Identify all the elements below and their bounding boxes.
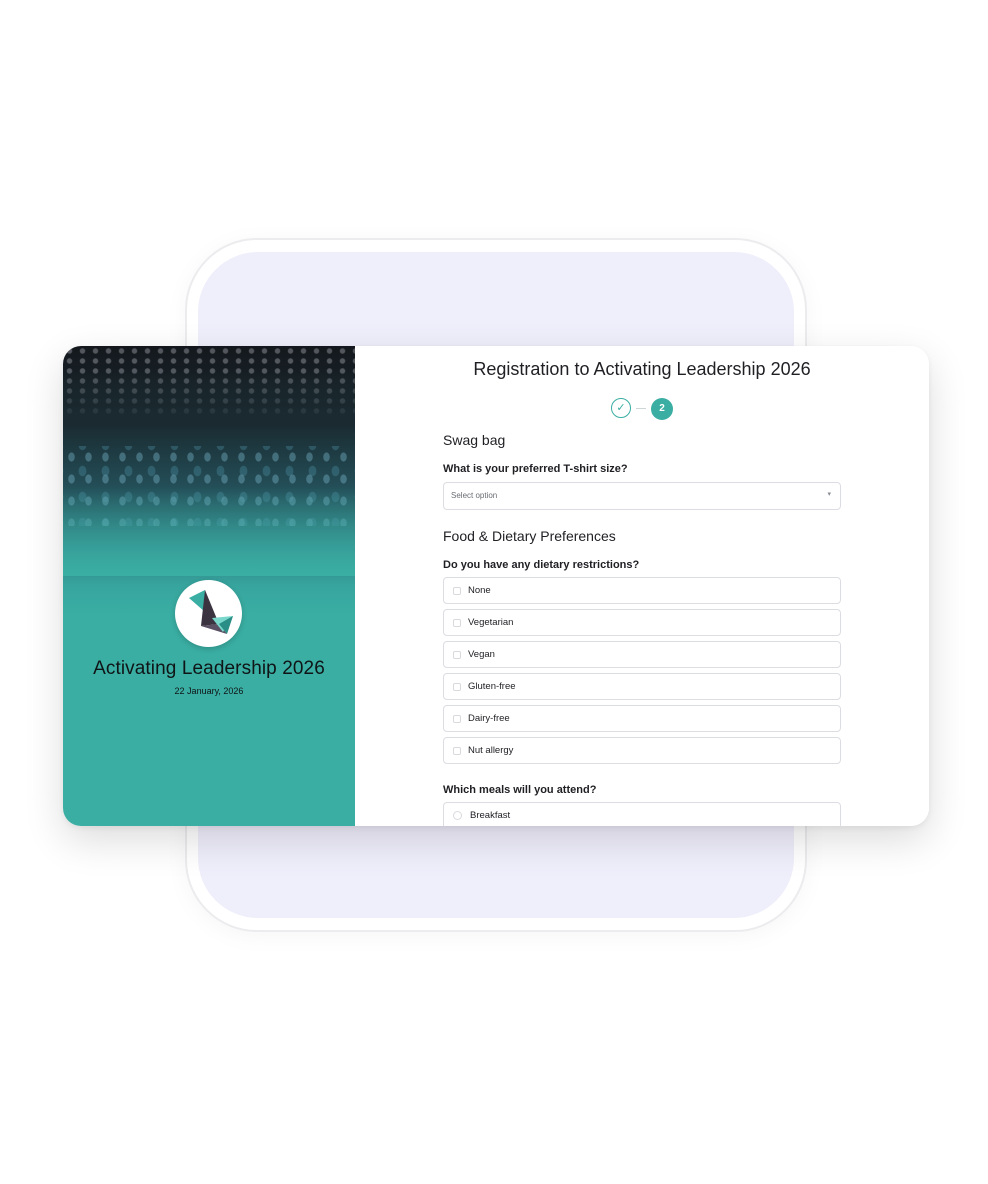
dietary-option-nut-allergy[interactable]: Nut allergy: [443, 737, 841, 764]
option-label: Breakfast: [470, 810, 511, 821]
option-label: Vegan: [468, 649, 495, 660]
checkbox[interactable]: [453, 619, 461, 627]
registration-form: Registration to Activating Leadership 20…: [355, 346, 929, 826]
select-placeholder: Select option: [451, 491, 498, 500]
hero-image-shade: [63, 346, 355, 426]
checkbox[interactable]: [453, 715, 461, 723]
question-tshirt-size: What is your preferred T-shirt size?: [443, 463, 628, 475]
event-date: 22 January, 2026: [174, 686, 244, 696]
question-dietary-restrictions: Do you have any dietary restrictions?: [443, 559, 640, 571]
section-heading-food-dietary: Food & Dietary Preferences: [443, 528, 616, 544]
question-meals-attend: Which meals will you attend?: [443, 784, 597, 796]
option-label: Dairy-free: [468, 713, 510, 724]
form-stepper: ✓ 2: [611, 398, 675, 420]
hero-image-gradient: [63, 486, 355, 576]
tshirt-size-select[interactable]: Select option ▾: [443, 482, 841, 510]
registration-card: Activating Leadership 2026 22 January, 2…: [63, 346, 929, 826]
dietary-option-vegan[interactable]: Vegan: [443, 641, 841, 668]
radio-button[interactable]: [453, 811, 462, 820]
event-hero-panel: Activating Leadership 2026 22 January, 2…: [63, 346, 355, 826]
checkbox[interactable]: [453, 747, 461, 755]
event-title: Activating Leadership 2026: [93, 658, 325, 679]
dietary-option-dairy-free[interactable]: Dairy-free: [443, 705, 841, 732]
checkbox[interactable]: [453, 651, 461, 659]
option-label: Vegetarian: [468, 617, 514, 628]
option-label: Nut allergy: [468, 745, 514, 756]
section-heading-swag-bag: Swag bag: [443, 432, 506, 448]
option-label: Gluten-free: [468, 681, 516, 692]
checkbox[interactable]: [453, 587, 461, 595]
stepper-connector: [636, 408, 646, 409]
origami-bird-icon: [189, 590, 233, 634]
form-title: Registration to Activating Leadership 20…: [473, 359, 811, 379]
option-label: None: [468, 585, 491, 596]
step-1-completed-checkmark-icon[interactable]: ✓: [611, 398, 631, 418]
event-logo: [175, 580, 242, 647]
step-2-current: 2: [651, 398, 673, 420]
dietary-option-vegetarian[interactable]: Vegetarian: [443, 609, 841, 636]
chevron-down-icon: ▾: [827, 491, 831, 498]
dietary-option-none[interactable]: None: [443, 577, 841, 604]
checkbox[interactable]: [453, 683, 461, 691]
meal-option-breakfast[interactable]: Breakfast: [443, 802, 841, 826]
dietary-option-gluten-free[interactable]: Gluten-free: [443, 673, 841, 700]
